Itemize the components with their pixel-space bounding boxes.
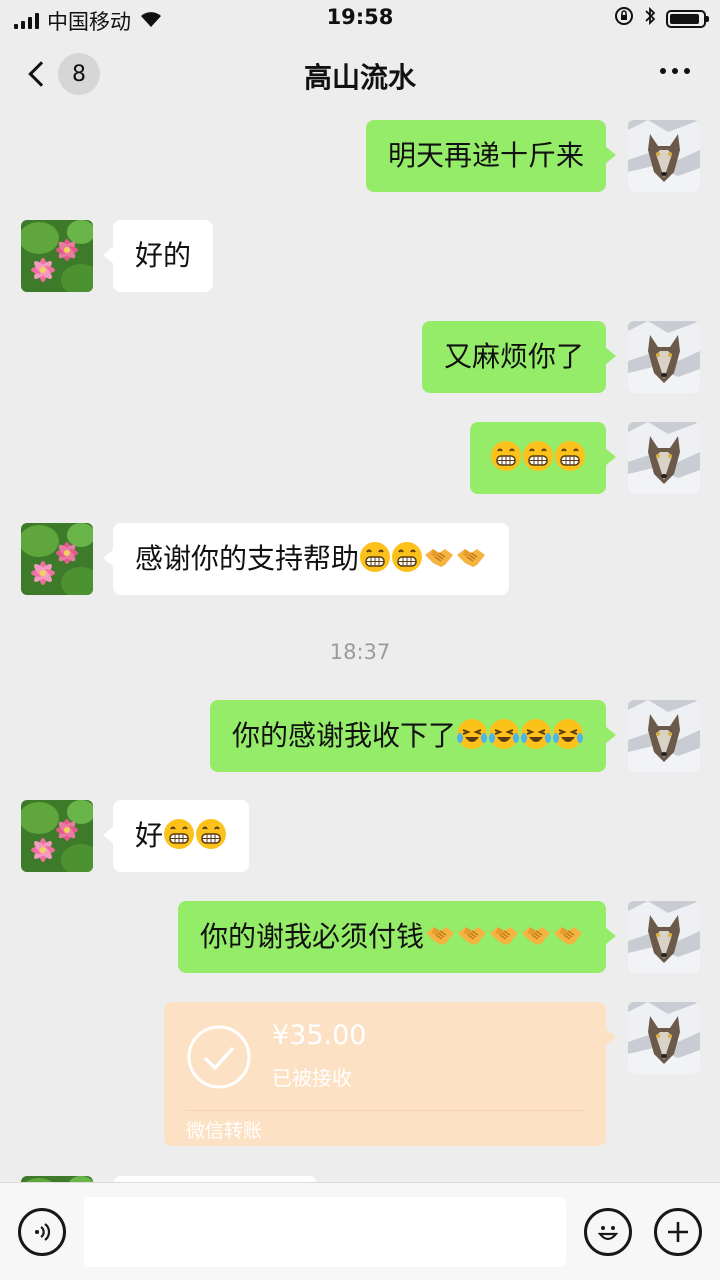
voice-icon xyxy=(35,1223,51,1241)
message-text: 明天再递十斤来 xyxy=(387,139,584,172)
message-bubble[interactable]: 又麻烦你了 xyxy=(421,321,617,393)
message-text: 好 xyxy=(135,819,164,852)
handshake-emoji-icon xyxy=(520,919,552,951)
more-button[interactable] xyxy=(660,68,690,74)
transfer-amount: ¥35.00 xyxy=(272,1020,367,1051)
contact-avatar[interactable] xyxy=(21,523,93,595)
message-text: 感谢你的支持帮助 xyxy=(135,542,360,575)
chat-title: 高山流水 xyxy=(303,61,416,94)
status-right xyxy=(614,6,709,31)
status-bar: 中国移动 19:58 xyxy=(0,0,720,36)
grin-emoji-icon xyxy=(490,440,522,472)
message-bubble[interactable]: 你的谢我必须付钱 xyxy=(177,901,617,973)
status-time: 19:58 xyxy=(326,5,394,29)
message-bubble[interactable] xyxy=(470,422,616,494)
message-text: 你的感谢我收下了 xyxy=(231,719,456,752)
chat-header: 8 高山流水 xyxy=(0,36,720,110)
grin-emoji-icon xyxy=(163,818,195,850)
battery-icon xyxy=(666,9,709,28)
add-icon xyxy=(668,1222,688,1242)
chat-timestamp: 18:37 xyxy=(329,640,391,664)
message-input[interactable] xyxy=(84,1197,566,1267)
handshake-emoji-icon xyxy=(456,919,488,951)
rotation-lock-icon xyxy=(614,6,634,31)
cry-laugh-emoji-icon xyxy=(552,718,584,750)
handshake-emoji-icon xyxy=(424,919,456,951)
grin-emoji-icon xyxy=(391,541,423,573)
voice-button[interactable] xyxy=(18,1208,66,1256)
message-text: 你的谢我必须付钱 xyxy=(199,920,424,953)
emoji-icon xyxy=(597,1226,619,1241)
check-circle-icon xyxy=(187,1025,251,1089)
my-avatar[interactable] xyxy=(628,321,700,393)
handshake-emoji-icon xyxy=(552,919,584,951)
bluetooth-icon xyxy=(644,6,656,31)
chat-area[interactable]: 明天再递十斤来 好的 又麻烦你了 感谢你的支持帮助 18:37 你的感谢我收下了… xyxy=(0,110,720,1182)
transfer-divider xyxy=(186,1110,584,1111)
emoji-button[interactable] xyxy=(584,1208,632,1256)
my-avatar[interactable] xyxy=(628,422,700,494)
transfer-label: 微信转账 xyxy=(186,1120,263,1142)
handshake-emoji-icon xyxy=(455,541,487,573)
message-bubble[interactable]: 感谢你的支持帮助 xyxy=(102,523,510,595)
my-avatar[interactable] xyxy=(628,901,700,973)
contact-avatar[interactable] xyxy=(21,220,93,292)
message-bubble[interactable]: 好的 xyxy=(102,220,214,292)
my-avatar[interactable] xyxy=(628,700,700,772)
add-button[interactable] xyxy=(654,1208,702,1256)
message-text: 好的 xyxy=(135,239,192,272)
grin-emoji-icon xyxy=(522,440,554,472)
input-bar xyxy=(0,1182,720,1280)
grin-emoji-icon xyxy=(359,541,391,573)
contact-avatar[interactable] xyxy=(21,800,93,872)
message-bubble[interactable]: 你的感谢我收下了 xyxy=(209,700,617,772)
message-bubble[interactable]: 好 xyxy=(102,800,250,872)
handshake-emoji-icon xyxy=(423,541,455,573)
cry-laugh-emoji-icon xyxy=(456,718,488,750)
grin-emoji-icon xyxy=(554,440,586,472)
transfer-status: 已被接收 xyxy=(272,1066,352,1090)
more-icon xyxy=(660,68,690,74)
transfer-card[interactable]: ¥35.00 已被接收 微信转账 xyxy=(164,1002,616,1146)
cry-laugh-emoji-icon xyxy=(520,718,552,750)
message-text: 又麻烦你了 xyxy=(443,340,584,373)
handshake-emoji-icon xyxy=(488,919,520,951)
message-bubble[interactable]: 明天再递十斤来 xyxy=(365,120,617,192)
grin-emoji-icon xyxy=(195,818,227,850)
my-avatar[interactable] xyxy=(628,120,700,192)
cry-laugh-emoji-icon xyxy=(488,718,520,750)
my-avatar[interactable] xyxy=(628,1002,700,1074)
